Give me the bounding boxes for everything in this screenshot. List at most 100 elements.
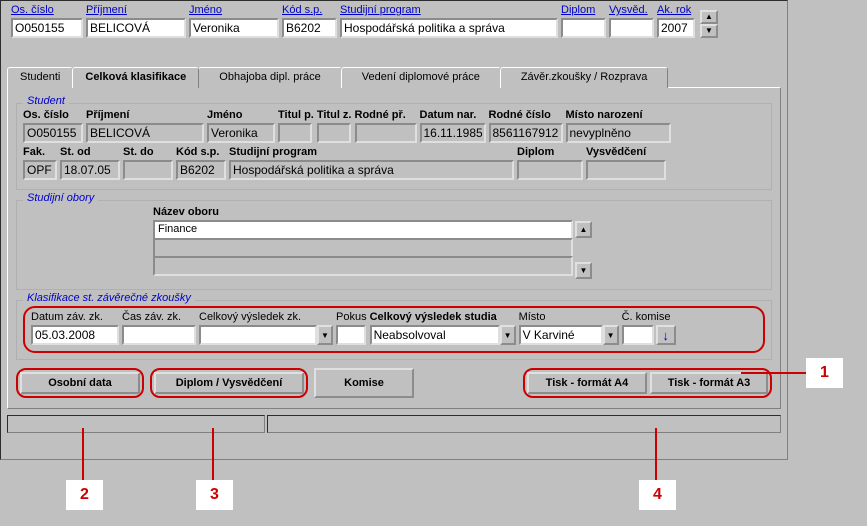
lbl-titul-z: Titul z. — [317, 109, 352, 121]
main-window: Os. číslo Příjmení Jméno Kód s.p. Studij… — [0, 0, 788, 460]
header-row: Os. číslo Příjmení Jméno Kód s.p. Studij… — [1, 1, 787, 41]
callout-line — [741, 372, 806, 374]
student-fak — [23, 160, 57, 180]
tab-studenti[interactable]: Studenti — [7, 67, 73, 88]
student-group: Student Os. číslo Příjmení Jméno Titul p… — [16, 103, 772, 190]
callout-line — [655, 428, 657, 483]
spin-up-button[interactable]: ▲ — [700, 10, 718, 24]
tab-zaver[interactable]: Závěr.zkoušky / Rozprava — [500, 67, 669, 88]
program-field[interactable] — [340, 18, 558, 38]
studia-select[interactable]: Neabsolvoval ▼ — [370, 325, 516, 345]
kod-sp-label[interactable]: Kód s.p. — [282, 4, 337, 16]
studia-value: Neabsolvoval — [370, 325, 500, 345]
diplom-vysvedceni-button[interactable]: Diplom / Vysvědčení — [154, 372, 304, 394]
callout-num-4: 4 — [639, 480, 676, 510]
highlight-3: Diplom / Vysvědčení — [150, 368, 308, 398]
callout-line — [212, 428, 214, 483]
prijmeni-field[interactable] — [86, 18, 186, 38]
chevron-down-icon[interactable]: ▼ — [603, 325, 619, 345]
scroll-up-button[interactable]: ▲ — [575, 221, 592, 238]
obory-group: Studijní obory Název oboru Finance ▲ ▼ — [16, 200, 772, 290]
obory-list-wrap: Název oboru Finance ▲ ▼ — [153, 206, 765, 279]
tab-celkova-klasifikace[interactable]: Celková klasifikace — [72, 67, 199, 88]
tab-vedeni[interactable]: Vedení diplomové práce — [341, 67, 501, 88]
os-cislo-label[interactable]: Os. číslo — [11, 4, 83, 16]
pokus-field[interactable] — [336, 325, 366, 345]
prijmeni-label[interactable]: Příjmení — [86, 4, 186, 16]
col-jmeno: Jméno — [189, 4, 279, 38]
jmeno-field[interactable] — [189, 18, 279, 38]
callout-line — [82, 428, 84, 483]
button-row: Osobní data Diplom / Vysvědčení Komise T… — [16, 368, 772, 398]
klasifikace-group-title: Klasifikace st. závěrečné zkoušky — [23, 292, 195, 304]
lbl-datum-zz: Datum záv. zk. — [31, 311, 119, 323]
student-group-title: Student — [23, 95, 69, 107]
lbl-vysved2: Vysvědčení — [586, 146, 666, 158]
student-vysved — [586, 160, 666, 180]
header-spin: ▲ ▼ — [700, 10, 718, 38]
tisk-a4-button[interactable]: Tisk - formát A4 — [527, 372, 647, 394]
lbl-st-od: St. od — [60, 146, 120, 158]
osobni-data-button[interactable]: Osobní data — [20, 372, 140, 394]
student-program — [229, 160, 514, 180]
komise-button[interactable]: Komise — [314, 368, 414, 398]
lbl-jmeno: Jméno — [207, 109, 275, 121]
lbl-fak: Fak. — [23, 146, 57, 158]
obory-scroll: ▲ ▼ — [575, 221, 592, 279]
student-st-do — [123, 160, 173, 180]
student-misto-nar — [566, 123, 671, 143]
lbl-cas-zz: Čas záv. zk. — [122, 311, 196, 323]
cas-zz-field[interactable] — [122, 325, 196, 345]
ak-rok-label[interactable]: Ak. rok — [657, 4, 695, 16]
student-rodne-pr — [355, 123, 417, 143]
komise-field[interactable] — [622, 325, 654, 345]
program-label[interactable]: Studijní program — [340, 4, 558, 16]
obory-list: Název oboru Finance — [153, 206, 573, 279]
col-ak-rok: Ak. rok — [657, 4, 695, 38]
lbl-misto: Místo — [519, 311, 619, 323]
callout-num-2: 2 — [66, 480, 103, 510]
diplom-label[interactable]: Diplom — [561, 4, 606, 16]
celkovy-zk-value — [199, 325, 317, 345]
student-kod-sp — [176, 160, 226, 180]
diplom-field[interactable] — [561, 18, 606, 38]
col-vysved: Vysvěd. — [609, 4, 654, 38]
student-diplom — [517, 160, 583, 180]
student-datum-nar — [420, 123, 486, 143]
spin-down-button[interactable]: ▼ — [700, 24, 718, 38]
vysved-label[interactable]: Vysvěd. — [609, 4, 654, 16]
col-kod-sp: Kód s.p. — [282, 4, 337, 38]
lbl-nazev-oboru: Název oboru — [153, 206, 573, 218]
misto-select[interactable]: V Karviné ▼ — [519, 325, 619, 345]
callout-num-1: 1 — [806, 358, 843, 388]
kod-sp-field[interactable] — [282, 18, 337, 38]
scroll-down-button[interactable]: ▼ — [575, 262, 592, 279]
lbl-prog: Studijní program — [229, 146, 514, 158]
vysved-field[interactable] — [609, 18, 654, 38]
os-cislo-field[interactable] — [11, 18, 83, 38]
lbl-os-cislo: Os. číslo — [23, 109, 83, 121]
list-item[interactable] — [153, 256, 573, 276]
obory-group-title: Studijní obory — [23, 192, 98, 204]
student-os-cislo — [23, 123, 83, 143]
datum-zz-field[interactable] — [31, 325, 119, 345]
misto-value: V Karviné — [519, 325, 603, 345]
klasifikace-row: Datum záv. zk. Čas záv. zk. Celkový výsl… — [31, 311, 757, 345]
tab-obhajoba[interactable]: Obhajoba dipl. práce — [198, 67, 342, 88]
ak-rok-field[interactable] — [657, 18, 695, 38]
list-item[interactable] — [153, 238, 573, 258]
chevron-down-icon[interactable]: ▼ — [317, 325, 333, 345]
highlight-2: Osobní data — [16, 368, 144, 398]
student-row1: Os. číslo Příjmení Jméno Titul p. Titul … — [23, 109, 765, 143]
celkovy-zk-select[interactable]: ▼ — [199, 325, 333, 345]
chevron-down-icon[interactable]: ▼ — [500, 325, 516, 345]
jmeno-label[interactable]: Jméno — [189, 4, 279, 16]
tisk-a3-button[interactable]: Tisk - formát A3 — [650, 372, 768, 394]
lbl-studia: Celkový výsledek studia — [370, 311, 516, 323]
list-item[interactable]: Finance — [153, 220, 573, 240]
down-arrow-icon[interactable]: ↓ — [656, 325, 676, 345]
student-rodne-cislo — [489, 123, 563, 143]
lbl-komise: Č. komise — [622, 311, 676, 323]
status-bar — [7, 415, 781, 433]
lbl-misto-nar: Místo narození — [566, 109, 671, 121]
